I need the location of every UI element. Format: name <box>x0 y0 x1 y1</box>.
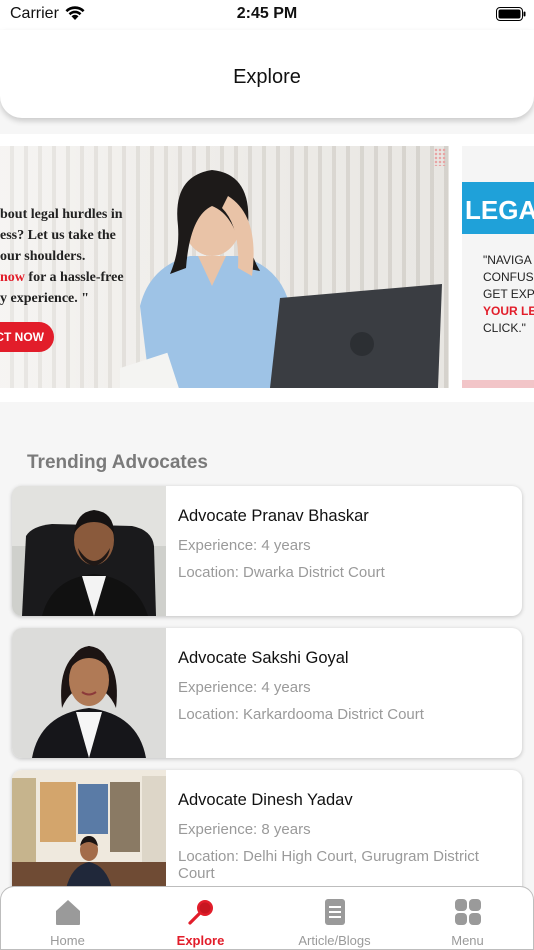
explore-icon <box>187 900 213 925</box>
laptop-illustration <box>270 284 442 388</box>
section-title-trending-advocates: Trending Advocates <box>27 452 208 473</box>
banner-text: bout legal hurdles in ess? Let us take t… <box>0 207 124 306</box>
advocate-location: Location: Dwarka District Court <box>178 564 385 581</box>
advocate-photo <box>12 628 166 758</box>
tab-article-blogs[interactable]: Article/Blogs <box>268 887 401 950</box>
advocate-card[interactable]: Advocate Sakshi Goyal Experience: 4 year… <box>12 628 522 758</box>
advocate-name: Advocate Sakshi Goyal <box>178 649 349 667</box>
advocate-experience: Experience: 8 years <box>178 821 311 838</box>
advocate-location: Location: Karkardooma District Court <box>178 706 424 723</box>
tab-label: Explore <box>176 933 225 948</box>
banner-carousel[interactable]: bout legal hurdles in ess? Let us take t… <box>0 134 534 402</box>
top-header: Explore <box>0 30 534 118</box>
advocate-experience: Experience: 4 years <box>178 679 311 696</box>
grid-menu-icon <box>454 899 481 925</box>
advocate-name: Advocate Pranav Bhaskar <box>178 507 369 525</box>
clock: 2:45 PM <box>236 5 298 22</box>
tab-explore[interactable]: Explore <box>134 887 267 950</box>
decor-dots <box>434 148 446 166</box>
status-bar: Carrier 2:45 PM <box>0 0 534 30</box>
advocate-name: Advocate Dinesh Yadav <box>178 791 353 809</box>
advocate-card[interactable]: Advocate Pranav Bhaskar Experience: 4 ye… <box>12 486 522 616</box>
tab-label: Menu <box>451 933 484 948</box>
banner-slide-legal-hurdles[interactable]: bout legal hurdles in ess? Let us take t… <box>0 146 449 388</box>
home-icon <box>55 900 80 925</box>
advocate-location: Location: Delhi High Court, Gurugram Dis… <box>178 848 479 882</box>
tab-label: Article/Blogs <box>298 933 371 948</box>
banner-slide-legal[interactable]: LEGA "NAVIGA CONFUSI GET EXPE YOUR LE CL… <box>462 146 534 388</box>
banner-heading: LEGA <box>462 182 534 234</box>
page-title: Explore <box>233 66 301 88</box>
battery-icon <box>496 7 526 21</box>
tab-home[interactable]: Home <box>1 887 134 950</box>
banner-text: "NAVIGA CONFUSI GET EXPE YOUR LE CLICK." <box>483 253 534 335</box>
tab-menu[interactable]: Menu <box>401 887 534 950</box>
bottom-tab-bar: Home Explore Article/Blogs Menu <box>0 886 534 950</box>
tab-label: Home <box>50 933 85 948</box>
advocate-experience: Experience: 4 years <box>178 537 311 554</box>
document-icon <box>324 899 345 925</box>
contact-now-button[interactable]: CT NOW <box>0 322 54 352</box>
advocate-photo <box>12 486 166 616</box>
advocate-photo <box>12 770 166 900</box>
advocate-card[interactable]: Advocate Dinesh Yadav Experience: 8 year… <box>12 770 522 900</box>
